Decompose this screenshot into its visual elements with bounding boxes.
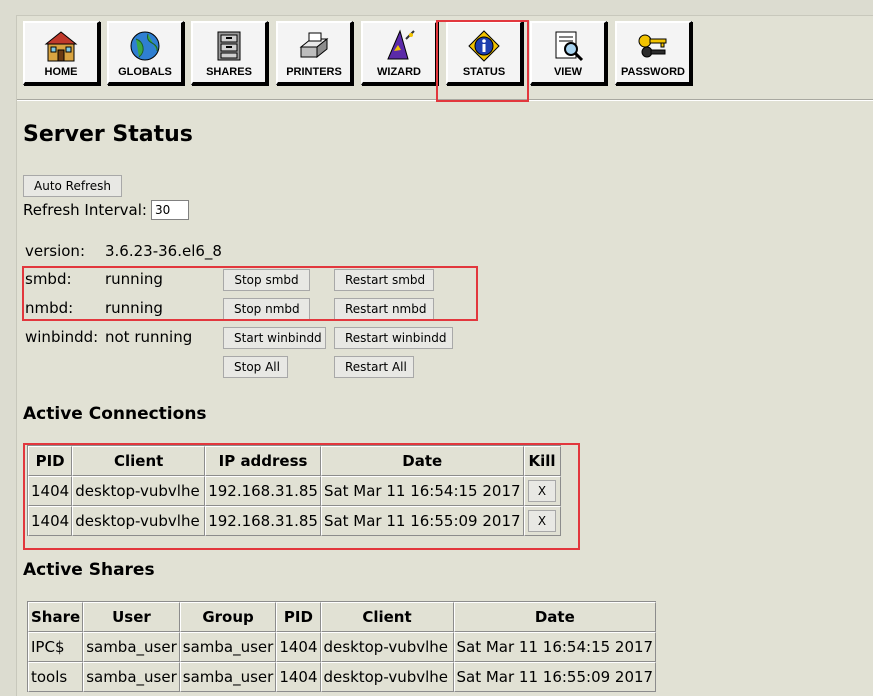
keys-icon: [638, 34, 667, 58]
nav-toolbar: HOME GLOBALS SHARES PRINTERS WIZARD STAT…: [17, 16, 873, 106]
col-pid: PID: [28, 446, 73, 476]
stop-all-button[interactable]: Stop All: [223, 356, 288, 378]
col-group: Group: [179, 602, 277, 632]
page-title: Server Status: [23, 122, 193, 147]
restart-all-button[interactable]: Restart All: [334, 356, 414, 378]
cell-pid: 1404: [28, 506, 73, 536]
nav-wizard-label: WIZARD: [377, 66, 421, 78]
col-date: Date: [320, 446, 524, 476]
table-row: tools samba_user samba_user 1404 desktop…: [28, 662, 657, 692]
col-client: Client: [320, 602, 454, 632]
kill-connection-button[interactable]: X: [528, 480, 557, 502]
table-header-row: PID Client IP address Date Kill: [28, 446, 561, 476]
col-pid: PID: [276, 602, 321, 632]
nmbd-status: running: [105, 299, 163, 317]
wizard-hat-icon: [387, 29, 415, 60]
file-cabinet-icon: [217, 31, 241, 61]
restart-winbindd-button[interactable]: Restart winbindd: [334, 327, 453, 349]
cell-share: IPC$: [28, 632, 84, 662]
cell-date: Sat Mar 11 16:54:15 2017: [320, 476, 524, 506]
smbd-status: running: [105, 270, 163, 288]
nav-shares-label: SHARES: [206, 66, 252, 78]
cell-pid: 1404: [276, 662, 321, 692]
nmbd-label: nmbd:: [25, 299, 74, 317]
nav-printers-button[interactable]: PRINTERS: [276, 21, 353, 85]
document-magnifier-icon: [555, 31, 584, 62]
active-connections-table: PID Client IP address Date Kill 1404 des…: [27, 445, 561, 536]
cell-client: desktop-vubvlhe: [320, 632, 454, 662]
auto-refresh-button[interactable]: Auto Refresh: [23, 175, 122, 197]
cell-date: Sat Mar 11 16:55:09 2017: [320, 506, 524, 536]
col-kill: Kill: [523, 446, 561, 476]
nav-status-button[interactable]: STATUS: [446, 21, 523, 85]
cell-pid: 1404: [28, 476, 73, 506]
cell-date: Sat Mar 11 16:55:09 2017: [453, 662, 657, 692]
table-row: 1404 desktop-vubvlhe 192.168.31.85 Sat M…: [28, 506, 561, 536]
info-icon: [468, 30, 500, 62]
nav-view-label: VIEW: [553, 66, 583, 78]
nav-home-label: HOME: [44, 66, 78, 78]
kill-connection-button[interactable]: X: [528, 510, 557, 532]
col-ip-address: IP address: [205, 446, 321, 476]
col-user: User: [83, 602, 180, 632]
col-share: Share: [28, 602, 84, 632]
cell-ip: 192.168.31.85: [205, 476, 321, 506]
cell-pid: 1404: [276, 632, 321, 662]
printer-icon: [299, 32, 329, 59]
refresh-interval-label: Refresh Interval:: [23, 201, 147, 219]
table-header-row: Share User Group PID Client Date: [28, 602, 657, 632]
restart-nmbd-button[interactable]: Restart nmbd: [334, 298, 434, 320]
nav-wizard-button[interactable]: WIZARD: [361, 21, 438, 85]
col-date: Date: [453, 602, 657, 632]
start-winbindd-button[interactable]: Start winbindd: [223, 327, 326, 349]
table-row: IPC$ samba_user samba_user 1404 desktop-…: [28, 632, 657, 662]
winbindd-label: winbindd:: [25, 328, 99, 346]
active-shares-heading: Active Shares: [23, 560, 155, 580]
nav-status-label: STATUS: [462, 66, 506, 78]
nav-globals-button[interactable]: GLOBALS: [107, 21, 184, 85]
cell-client: desktop-vubvlhe: [320, 662, 454, 692]
table-row: 1404 desktop-vubvlhe 192.168.31.85 Sat M…: [28, 476, 561, 506]
cell-group: samba_user: [179, 662, 277, 692]
winbindd-status: not running: [105, 328, 193, 346]
active-shares-table: Share User Group PID Client Date IPC$ sa…: [27, 601, 657, 692]
globe-icon: [130, 31, 160, 61]
cell-user: samba_user: [83, 632, 180, 662]
cell-ip: 192.168.31.85: [205, 506, 321, 536]
cell-user: samba_user: [83, 662, 180, 692]
swat-page: HOME GLOBALS SHARES PRINTERS WIZARD STAT…: [16, 15, 873, 696]
nav-view-button[interactable]: VIEW: [530, 21, 607, 85]
nav-home-button[interactable]: HOME: [23, 21, 100, 85]
nav-shares-button[interactable]: SHARES: [191, 21, 268, 85]
cell-client: desktop-vubvlhe: [72, 476, 206, 506]
refresh-interval-input[interactable]: [151, 200, 189, 220]
nav-globals-label: GLOBALS: [118, 66, 172, 78]
stop-smbd-button[interactable]: Stop smbd: [223, 269, 310, 291]
cell-client: desktop-vubvlhe: [72, 506, 206, 536]
version-value: 3.6.23-36.el6_8: [105, 242, 222, 260]
nav-password-button[interactable]: PASSWORD: [615, 21, 692, 85]
restart-smbd-button[interactable]: Restart smbd: [334, 269, 434, 291]
cell-group: samba_user: [179, 632, 277, 662]
active-connections-heading: Active Connections: [23, 404, 207, 424]
house-icon: [44, 31, 78, 62]
col-client: Client: [72, 446, 206, 476]
nav-printers-label: PRINTERS: [286, 66, 342, 78]
nav-password-label: PASSWORD: [621, 66, 685, 78]
smbd-label: smbd:: [25, 270, 72, 288]
cell-share: tools: [28, 662, 84, 692]
nav-divider: [17, 99, 873, 101]
version-label: version:: [25, 242, 85, 260]
stop-nmbd-button[interactable]: Stop nmbd: [223, 298, 310, 320]
cell-date: Sat Mar 11 16:54:15 2017: [453, 632, 657, 662]
